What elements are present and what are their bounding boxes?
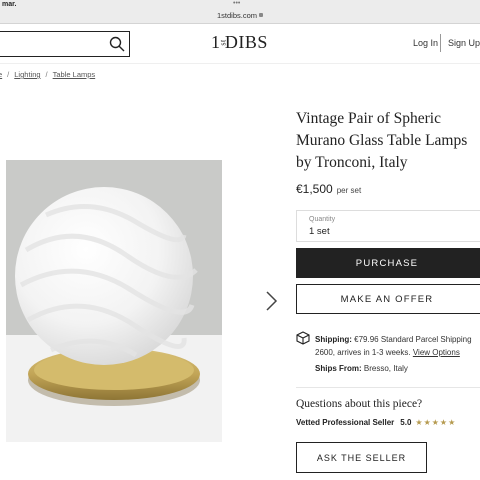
shipping-info: Shipping: €79.96 Standard Parcel Shippin… <box>315 333 480 359</box>
ask-seller-button[interactable]: ASK THE SELLER <box>296 442 427 473</box>
shipping-arrival: 2600, arrives in 1-3 weeks. <box>315 348 411 357</box>
make-offer-button[interactable]: MAKE AN OFFER <box>296 284 480 314</box>
section-divider <box>296 387 480 388</box>
lamp-illustration <box>15 187 200 406</box>
lock-icon <box>259 13 264 17</box>
title-line: by Tronconi, Italy <box>296 154 408 171</box>
status-time: mar. <box>2 1 17 8</box>
seller-rating: 5.0 <box>400 418 412 427</box>
browser-toolbar: mar. ••• 1stdibs.com <box>0 0 480 24</box>
address-text: 1stdibs.com <box>216 11 258 20</box>
breadcrumb-home[interactable]: e <box>0 70 2 79</box>
header-divider <box>440 34 441 52</box>
breadcrumb-separator: / <box>45 70 48 79</box>
view-options-link[interactable]: View Options <box>413 348 460 357</box>
quantity-value: 1 set <box>309 226 330 237</box>
product-title: Vintage Pair of Spheric Murano Glass Tab… <box>296 108 480 174</box>
ships-from: Ships From: Bresso, Italy <box>315 364 408 373</box>
star-rating-icon: ★★★★★ <box>415 418 457 427</box>
vetted-seller-label: Vetted Professional Seller <box>296 418 395 427</box>
box-icon <box>296 331 310 345</box>
breadcrumb-separator: / <box>7 70 10 79</box>
quantity-label: Quantity <box>309 216 336 223</box>
logo-part-dibs: DIBS <box>224 32 268 52</box>
questions-heading: Questions about this piece? <box>296 398 423 410</box>
shipping-label: Shipping: <box>315 335 352 344</box>
title-line: Vintage Pair of Spheric <box>296 110 441 127</box>
tab-overview-dots[interactable]: ••• <box>233 0 240 7</box>
breadcrumb-lighting[interactable]: Lighting <box>14 70 40 79</box>
seller-info: Vetted Professional Seller 5.0 ★★★★★ <box>296 418 456 427</box>
shipping-cost: €79.96 Standard Parcel Shipping <box>354 335 472 344</box>
search-icon[interactable] <box>109 36 125 52</box>
chevron-right-icon[interactable] <box>263 290 279 312</box>
login-link[interactable]: Log In <box>413 38 438 48</box>
price-unit: per set <box>336 186 362 195</box>
purchase-button[interactable]: PURCHASE <box>296 248 480 278</box>
quantity-select[interactable]: Quantity 1 set <box>296 210 480 242</box>
price-value: €1,500 <box>296 182 333 196</box>
breadcrumb: e / Lighting / Table Lamps <box>0 70 95 79</box>
ships-from-value: Bresso, Italy <box>363 364 408 373</box>
site-header: 1stDIBS Log In Sign Up <box>0 24 480 64</box>
address-bar[interactable]: 1stdibs.com <box>0 11 480 20</box>
search-input[interactable] <box>0 31 130 57</box>
title-line: Murano Glass Table Lamps <box>296 132 468 149</box>
product-image[interactable] <box>6 160 222 442</box>
site-logo[interactable]: 1stDIBS <box>211 32 268 53</box>
logo-part-st: st <box>218 39 228 46</box>
signup-link[interactable]: Sign Up <box>448 38 480 48</box>
ships-from-label: Ships From: <box>315 364 362 373</box>
breadcrumb-table-lamps[interactable]: Table Lamps <box>53 70 96 79</box>
product-price: €1,500 per set <box>296 182 361 196</box>
